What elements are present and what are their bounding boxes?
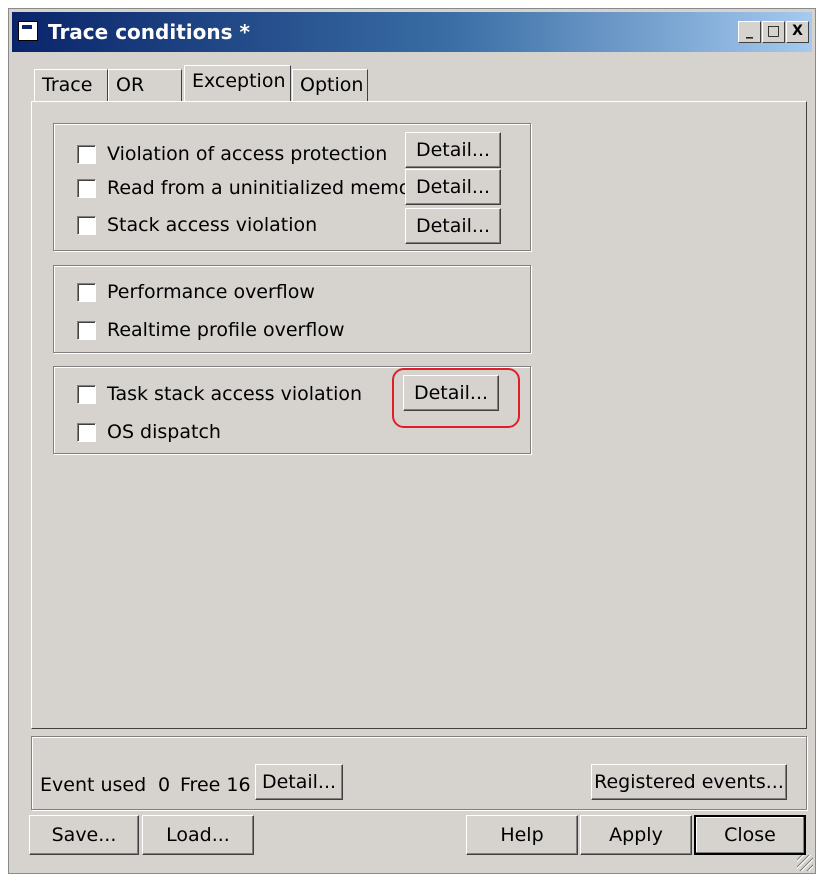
stack-access-violation-checkbox[interactable] <box>77 216 96 235</box>
access-protection-detail-button[interactable]: Detail... <box>405 132 501 168</box>
tab-exception[interactable]: Exception <box>184 65 291 101</box>
memory-violation-group: Violation of access protection Detail...… <box>53 123 531 251</box>
window-title: Trace conditions * <box>48 20 250 44</box>
minimize-button[interactable]: _ <box>738 21 761 43</box>
tab-or[interactable]: OR <box>108 69 182 101</box>
realtime-profile-overflow-checkbox[interactable] <box>77 321 96 340</box>
uninitialized-memory-checkbox[interactable] <box>77 179 96 198</box>
tab-trace[interactable]: Trace <box>34 69 108 101</box>
title-bar[interactable]: Trace conditions * _ □ X <box>12 12 812 52</box>
overflow-group: Performance overflow Realtime profile ov… <box>53 265 531 353</box>
trace-conditions-dialog: Trace conditions * _ □ X Trace OR Except… <box>8 8 816 874</box>
maximize-button[interactable]: □ <box>762 21 785 43</box>
checkbox-label: Performance overflow <box>107 281 315 303</box>
close-window-button[interactable]: X <box>786 21 809 43</box>
violation-access-protection-checkbox[interactable] <box>77 145 96 164</box>
os-dispatch-checkbox[interactable] <box>77 423 96 442</box>
checkbox-label: Task stack access violation <box>107 383 363 405</box>
checkbox-label: Read from a uninitialized memory <box>107 177 430 199</box>
event-used-label: Event used <box>40 774 147 796</box>
checkbox-label: Stack access violation <box>107 214 318 236</box>
event-detail-button[interactable]: Detail... <box>255 764 343 800</box>
stack-access-detail-button[interactable]: Detail... <box>405 208 501 244</box>
save-button[interactable]: Save... <box>29 815 139 855</box>
app-icon <box>18 21 38 41</box>
tab-option[interactable]: Option <box>292 69 368 101</box>
help-button[interactable]: Help <box>466 815 578 855</box>
resize-grip-icon[interactable] <box>797 855 813 871</box>
checkbox-label: OS dispatch <box>107 421 221 443</box>
apply-button[interactable]: Apply <box>580 815 692 855</box>
uninitialized-memory-detail-button[interactable]: Detail... <box>405 169 501 205</box>
close-button[interactable]: Close <box>694 815 806 855</box>
event-free-label: Free 16 <box>180 774 251 796</box>
registered-events-button[interactable]: Registered events... <box>591 764 787 800</box>
checkbox-label: Realtime profile overflow <box>107 319 345 341</box>
red-highlight-annotation <box>392 368 520 428</box>
checkbox-label: Violation of access protection <box>107 143 388 165</box>
event-usage-group: Event used 0 Free 16 Detail... Registere… <box>31 736 807 810</box>
event-used-count: 0 <box>158 774 171 796</box>
load-button[interactable]: Load... <box>142 815 254 855</box>
task-stack-access-violation-checkbox[interactable] <box>77 385 96 404</box>
performance-overflow-checkbox[interactable] <box>77 283 96 302</box>
